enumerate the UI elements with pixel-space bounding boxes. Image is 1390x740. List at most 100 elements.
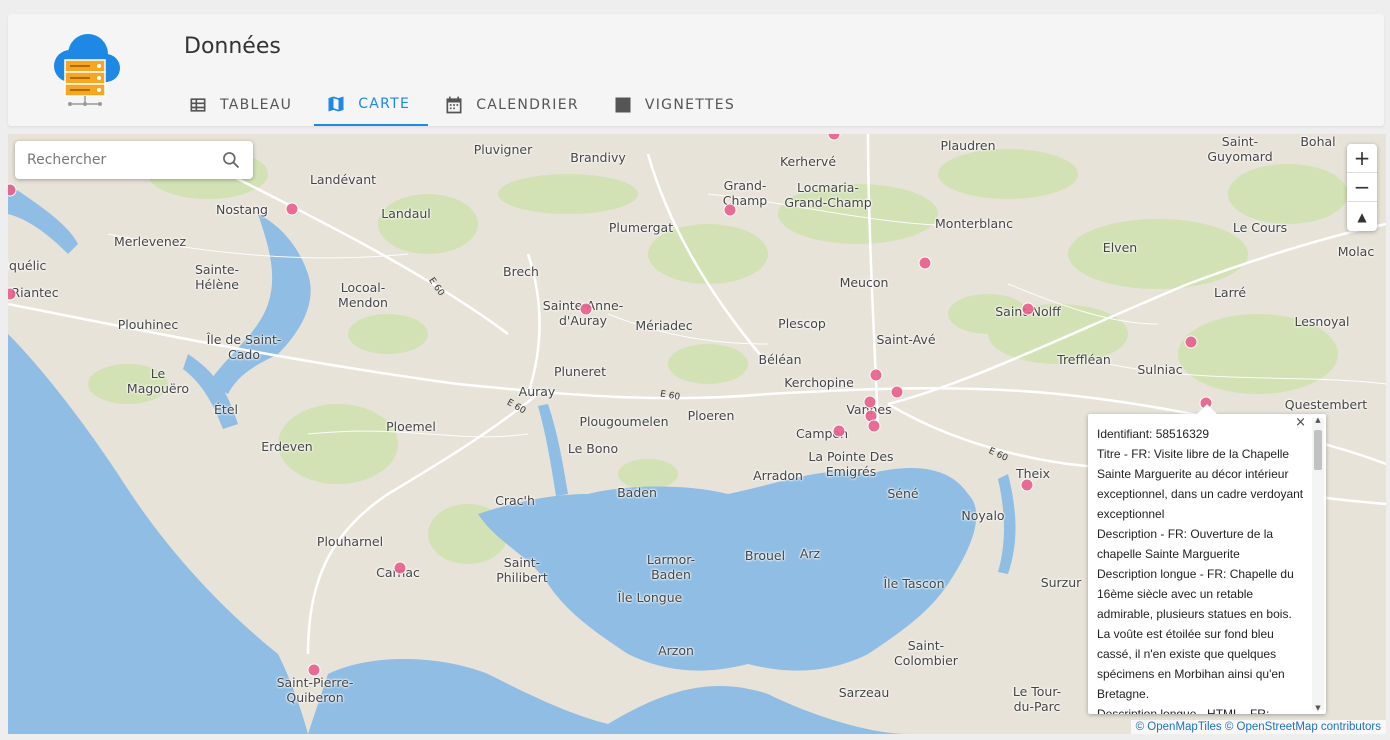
place-label: Île de Saint- Cado — [206, 332, 282, 362]
place-label: La Pointe Des Emigrés — [808, 449, 894, 479]
place-label: Saint- Philibert — [496, 555, 548, 585]
place-label: Treffléan — [1057, 352, 1111, 367]
feature-popup: × Identifiant: 58516329 Titre - FR: Visi… — [1088, 404, 1326, 714]
scrollbar-thumb[interactable] — [1314, 430, 1322, 470]
popup-content: Identifiant: 58516329 Titre - FR: Visite… — [1097, 427, 1304, 714]
map-icon — [326, 94, 346, 114]
place-label: Saint- Colombier — [894, 638, 958, 668]
tab-label: VIGNETTES — [644, 97, 736, 113]
map-marker[interactable] — [832, 424, 846, 438]
search-input[interactable] — [27, 149, 207, 171]
place-label: Plouhinec — [117, 317, 179, 332]
place-label: Plougoumelen — [579, 414, 669, 429]
map-marker[interactable] — [890, 385, 904, 399]
place-label: Sainte- Hélène — [194, 262, 240, 292]
place-label: Béléan — [758, 352, 802, 367]
server-cloud-logo-icon — [48, 30, 124, 110]
place-label: Île Tascon — [883, 576, 945, 591]
place-label: Ploemel — [386, 419, 436, 434]
place-label: Pluneret — [553, 364, 607, 379]
zoom-in-button[interactable]: + — [1347, 144, 1377, 173]
tab-calendrier[interactable]: CALENDRIER — [432, 84, 597, 126]
place-label: Questembert — [1284, 397, 1368, 412]
place-label: Kerhervé — [779, 154, 837, 169]
tab-vignettes[interactable]: VIGNETTES — [601, 84, 753, 126]
place-label: Monterblanc — [935, 216, 1013, 231]
place-label: Nostang — [216, 202, 268, 217]
place-label: Mériadec — [635, 318, 693, 333]
tab-bar: TABLEAU CARTE CALENDRIER VIGNETTES — [176, 84, 757, 126]
map-view[interactable]: Pluvigner Brandivy Kerhervé Plaudren Saint- … — [8, 134, 1386, 734]
place-label: Arzon — [658, 643, 694, 658]
place-label: Lesnoyal — [1294, 314, 1350, 329]
map-marker[interactable] — [579, 302, 593, 316]
map-marker[interactable] — [863, 395, 877, 409]
search-box — [15, 141, 253, 179]
place-label: Baden — [617, 485, 657, 500]
place-label: Plaudren — [940, 138, 996, 153]
scroll-up-icon: ▲ — [1315, 416, 1321, 424]
place-label: Brandivy — [570, 150, 626, 165]
place-label: Île Longue — [617, 590, 683, 605]
place-label: Erdeven — [261, 439, 313, 454]
zoom-control: + − ▲ — [1347, 144, 1377, 231]
place-label: Larré — [1213, 285, 1247, 300]
place-label: Saint-Pierre- Quiberon — [276, 675, 354, 705]
place-label: Sarzeau — [838, 685, 890, 700]
place-label: Saint- Guyomard — [1207, 134, 1273, 164]
place-label: iquélic — [8, 258, 47, 273]
place-label: Locmaria- Grand-Champ — [784, 180, 872, 210]
place-label: Surzur — [1040, 575, 1082, 590]
map-marker[interactable] — [869, 368, 883, 382]
place-label: Kerchopine — [784, 375, 854, 390]
place-label: Merlevenez — [113, 234, 187, 249]
place-label: Locoal- Mendon — [338, 280, 388, 310]
place-label: Riantec — [11, 285, 59, 300]
place-label: Landaul — [381, 206, 431, 221]
map-attribution[interactable]: © OpenMapTiles © OpenStreetMap contribut… — [1130, 720, 1386, 734]
place-label: Arradon — [753, 468, 803, 483]
table-icon — [188, 95, 208, 115]
map-marker[interactable] — [918, 256, 932, 270]
tab-carte[interactable]: CARTE — [314, 84, 429, 126]
place-label: Ploeren — [687, 408, 735, 423]
place-label: Landévant — [309, 172, 377, 187]
place-label: Plouharnel — [316, 534, 384, 549]
place-label: Plescop — [778, 316, 826, 331]
place-label: Auray — [518, 384, 556, 399]
map-marker[interactable] — [307, 663, 321, 677]
zoom-out-button[interactable]: − — [1347, 173, 1377, 202]
tab-label: CALENDRIER — [476, 97, 579, 113]
place-label: Noyalo — [961, 508, 1005, 523]
map-marker[interactable] — [723, 203, 737, 217]
tab-tableau[interactable]: TABLEAU — [176, 84, 310, 126]
place-label: Elven — [1102, 240, 1138, 255]
place-label: Crac'h — [495, 493, 535, 508]
place-label: Arz — [799, 546, 821, 561]
map-marker[interactable] — [285, 202, 299, 216]
place-label: Molac — [1337, 244, 1375, 259]
app-root: Données TABLEAU CARTE CALENDRIER VIGNETT… — [0, 0, 1390, 740]
map-marker[interactable] — [867, 419, 881, 433]
place-label: Brech — [503, 264, 539, 279]
place-label: Le Magouëro — [126, 366, 190, 396]
map-marker[interactable] — [1020, 478, 1034, 492]
tab-label: TABLEAU — [220, 97, 293, 113]
place-label: Brouel — [744, 548, 786, 563]
map-marker[interactable] — [1184, 335, 1198, 349]
place-label: Saint-Avé — [876, 332, 936, 347]
place-label: Plumergat — [608, 220, 674, 235]
map-marker[interactable] — [1021, 302, 1035, 316]
search-icon[interactable] — [221, 150, 241, 170]
place-label: Étel — [214, 402, 238, 417]
tab-label: CARTE — [358, 96, 411, 112]
reset-bearing-button[interactable]: ▲ — [1347, 202, 1377, 231]
header: Données TABLEAU CARTE CALENDRIER VIGNETT… — [8, 14, 1384, 126]
image-icon — [613, 95, 633, 115]
place-label: Pluvigner — [473, 142, 533, 157]
map-marker[interactable] — [393, 561, 407, 575]
scroll-down-icon: ▼ — [1315, 704, 1321, 712]
place-label: Bohal — [1300, 134, 1336, 149]
place-label: Sulniac — [1137, 362, 1183, 377]
popup-scrollbar[interactable]: ▲ ▼ — [1312, 416, 1324, 712]
